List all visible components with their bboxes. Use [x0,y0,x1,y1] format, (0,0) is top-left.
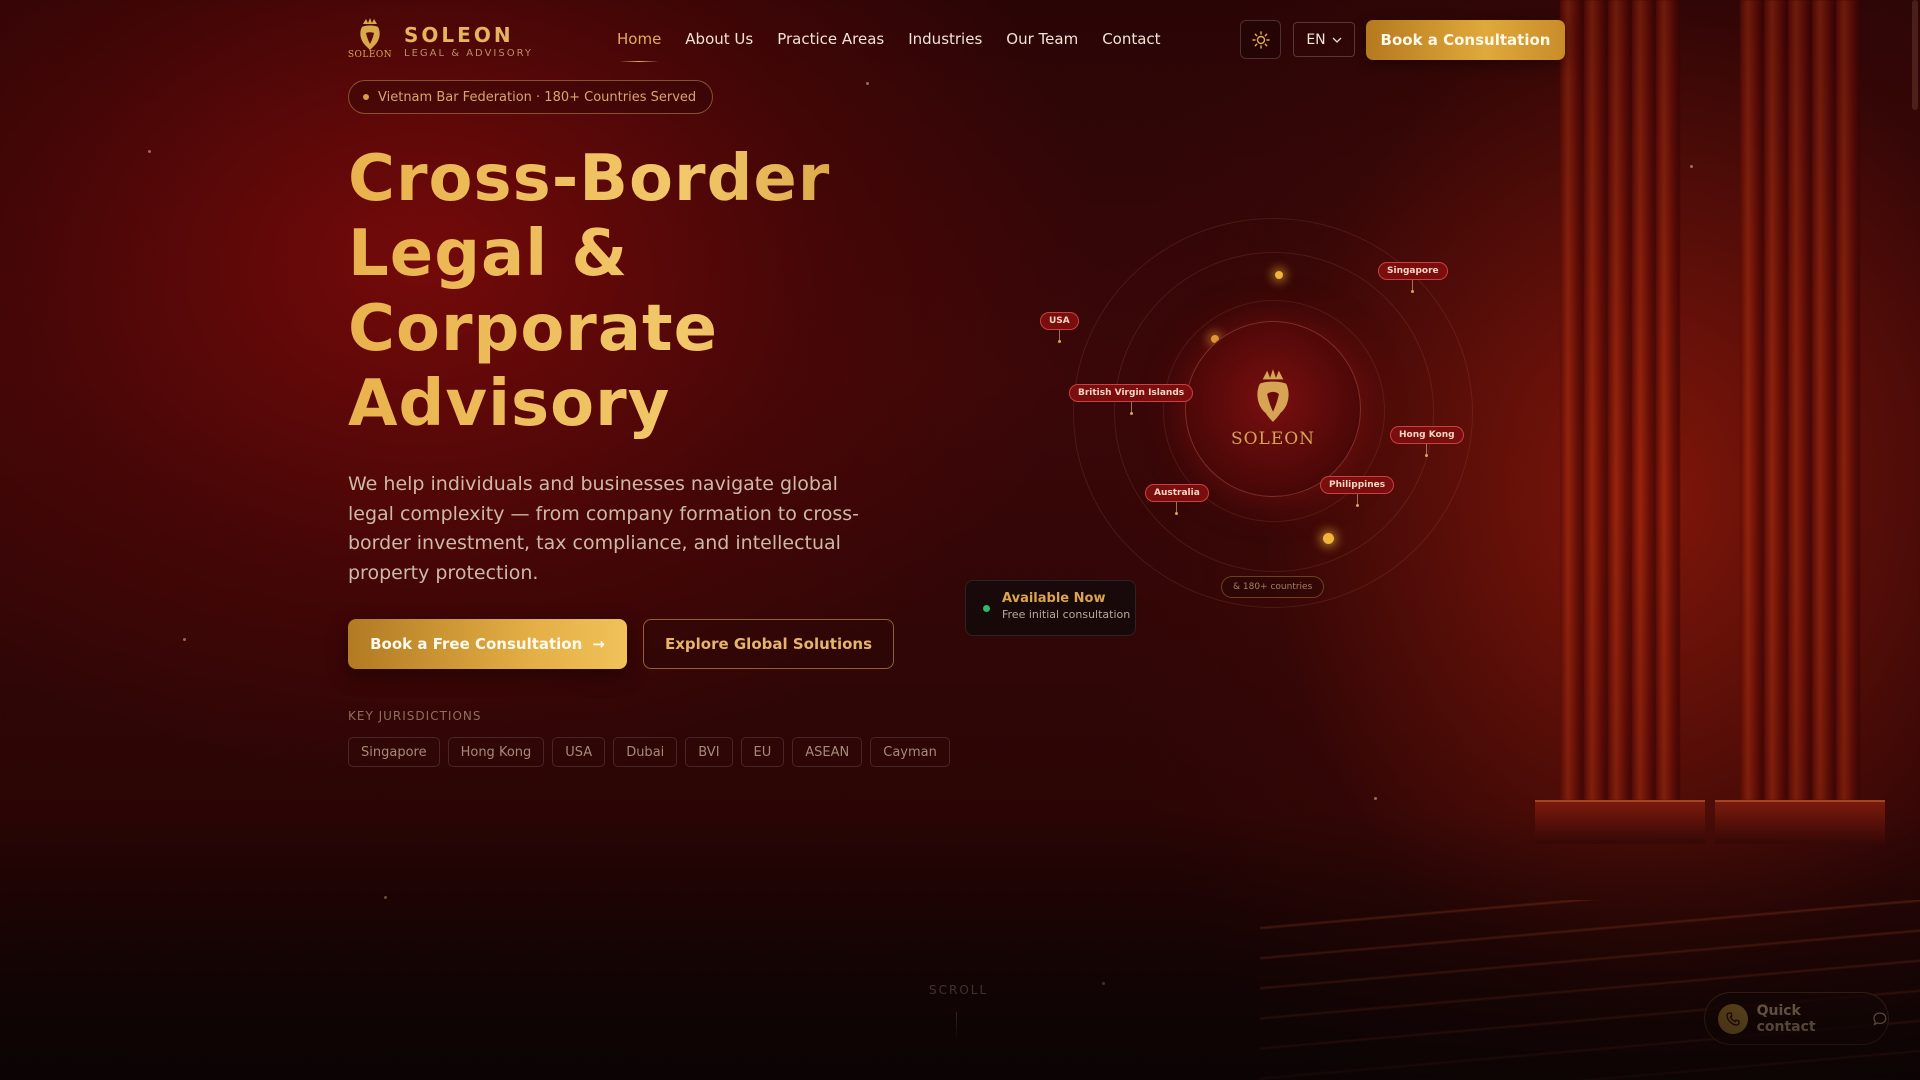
pin-label: Singapore [1378,262,1448,280]
nav-contact[interactable]: Contact [1102,30,1160,48]
quick-contact-button[interactable]: Quick contact [1704,992,1889,1045]
jurisdictions-label: KEY JURISDICTIONS [348,709,482,723]
jurisdiction-chip[interactable]: USA [552,737,606,767]
nav-about-us[interactable]: About Us [685,30,753,48]
theme-toggle-button[interactable] [1240,20,1281,59]
jurisdiction-chip[interactable]: Cayman [870,737,950,767]
brand-tagline: LEGAL & ADVISORY [404,48,533,59]
primary-cta-label: Book a Free Consultation [370,635,583,653]
core-brand-name: SOLEON [1230,429,1316,449]
nav-practice-areas[interactable]: Practice Areas [777,30,884,48]
pin-label: USA [1040,312,1079,330]
main-nav: Home About Us Practice Areas Industries … [617,30,1161,62]
chevron-down-icon [1332,37,1342,43]
jurisdiction-chip[interactable]: Hong Kong [447,737,545,767]
arrow-right-icon: → [592,635,605,653]
jurisdiction-chip[interactable]: BVI [685,737,733,767]
more-countries-badge: & 180+ countries [1221,576,1325,598]
phone-icon [1718,1003,1748,1034]
pin-label: Hong Kong [1390,426,1464,444]
brand-name: SOLEON [404,23,514,47]
chat-bubble-icon [1873,1011,1887,1026]
logo[interactable]: SOLEON SOLEON LEGAL & ADVISORY [348,18,533,64]
language-label: EN [1306,31,1326,48]
logo-mini-text: SOLEON [347,50,393,60]
lion-crown-logo-icon: SOLEON [348,18,392,64]
jurisdiction-pin: Australia [1145,484,1209,515]
availability-title: Available Now [1002,591,1106,606]
jurisdiction-chip[interactable]: EU [740,737,785,767]
pin-label: British Virgin Islands [1069,384,1194,402]
book-free-consultation-button[interactable]: Book a Free Consultation → [348,619,627,669]
soleon-core-emblem: SOLEON [1185,321,1361,497]
jurisdiction-chips: Singapore Hong Kong USA Dubai BVI EU ASE… [348,737,950,767]
hero-description: We help individuals and businesses navig… [348,473,860,584]
pin-label: Australia [1145,484,1209,502]
book-consultation-button[interactable]: Book a Consultation [1366,20,1565,60]
hero-title-line: Advisory [348,367,908,442]
sun-icon [1251,30,1270,49]
nav-industries[interactable]: Industries [908,30,982,48]
jurisdiction-chip[interactable]: Singapore [348,737,440,767]
badge-dot-icon [363,94,369,100]
jurisdiction-pin: USA [1040,312,1079,343]
pin-label: Philippines [1320,476,1395,494]
availability-subtitle: Free initial consultation [1002,608,1131,621]
scroll-hint: SCROLL [929,983,989,997]
hero-title-line: Legal & [348,217,908,292]
jurisdiction-pin: Philippines [1320,476,1395,507]
credential-badge: Vietnam Bar Federation · 180+ Countries … [348,80,714,114]
explore-global-solutions-button[interactable]: Explore Global Solutions [643,619,894,669]
hero-title-line: Corporate [348,292,908,367]
hero-title-line: Cross-Border [348,142,908,217]
availability-card: Available Now Free initial consultation [965,580,1136,636]
hero-title: Cross-Border Legal & Corporate Advisory [348,142,908,442]
nav-our-team[interactable]: Our Team [1006,30,1078,48]
lion-crown-emblem-icon [1257,369,1289,422]
quick-contact-label: Quick contact [1756,1002,1816,1035]
page-scrollbar[interactable] [1912,0,1918,110]
scroll-indicator-line [956,1012,957,1042]
nav-home[interactable]: Home [617,30,661,62]
badge-text: Vietnam Bar Federation · 180+ Countries … [378,89,697,105]
jurisdiction-pin: British Virgin Islands [1069,384,1194,415]
jurisdiction-chip[interactable]: ASEAN [792,737,863,767]
jurisdiction-chip[interactable]: Dubai [613,737,678,767]
language-selector[interactable]: EN [1293,22,1355,57]
jurisdiction-pin: Singapore [1378,262,1448,293]
decorative-columns [1260,0,1920,1080]
status-dot-icon [983,605,990,612]
site-header: SOLEON SOLEON LEGAL & ADVISORY Home Abou… [0,0,1920,80]
global-network-visual: SOLEON USA Singapore British Virgin Isla… [1030,200,1520,620]
jurisdiction-pin: Hong Kong [1390,426,1464,457]
